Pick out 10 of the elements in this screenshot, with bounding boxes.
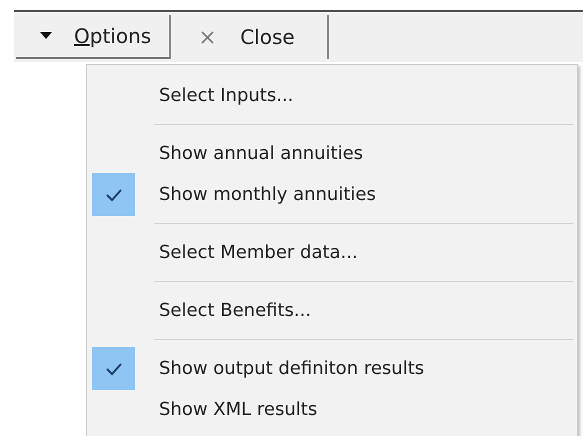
options-button[interactable]: Options — [16, 15, 172, 59]
menu-item[interactable]: Show monthly annuities — [159, 184, 376, 205]
menu-item[interactable]: Select Member data... — [159, 242, 358, 263]
dropdown-arrow-icon — [40, 32, 52, 40]
menu-item[interactable]: Show output definiton results — [159, 358, 424, 379]
close-icon — [201, 30, 214, 44]
menu-item[interactable]: Show annual annuities — [159, 143, 364, 164]
menu-item[interactable]: Select Benefits... — [159, 300, 312, 321]
menu-item[interactable]: Show XML results — [159, 399, 318, 420]
menu-item[interactable]: Select Inputs... — [159, 85, 294, 106]
